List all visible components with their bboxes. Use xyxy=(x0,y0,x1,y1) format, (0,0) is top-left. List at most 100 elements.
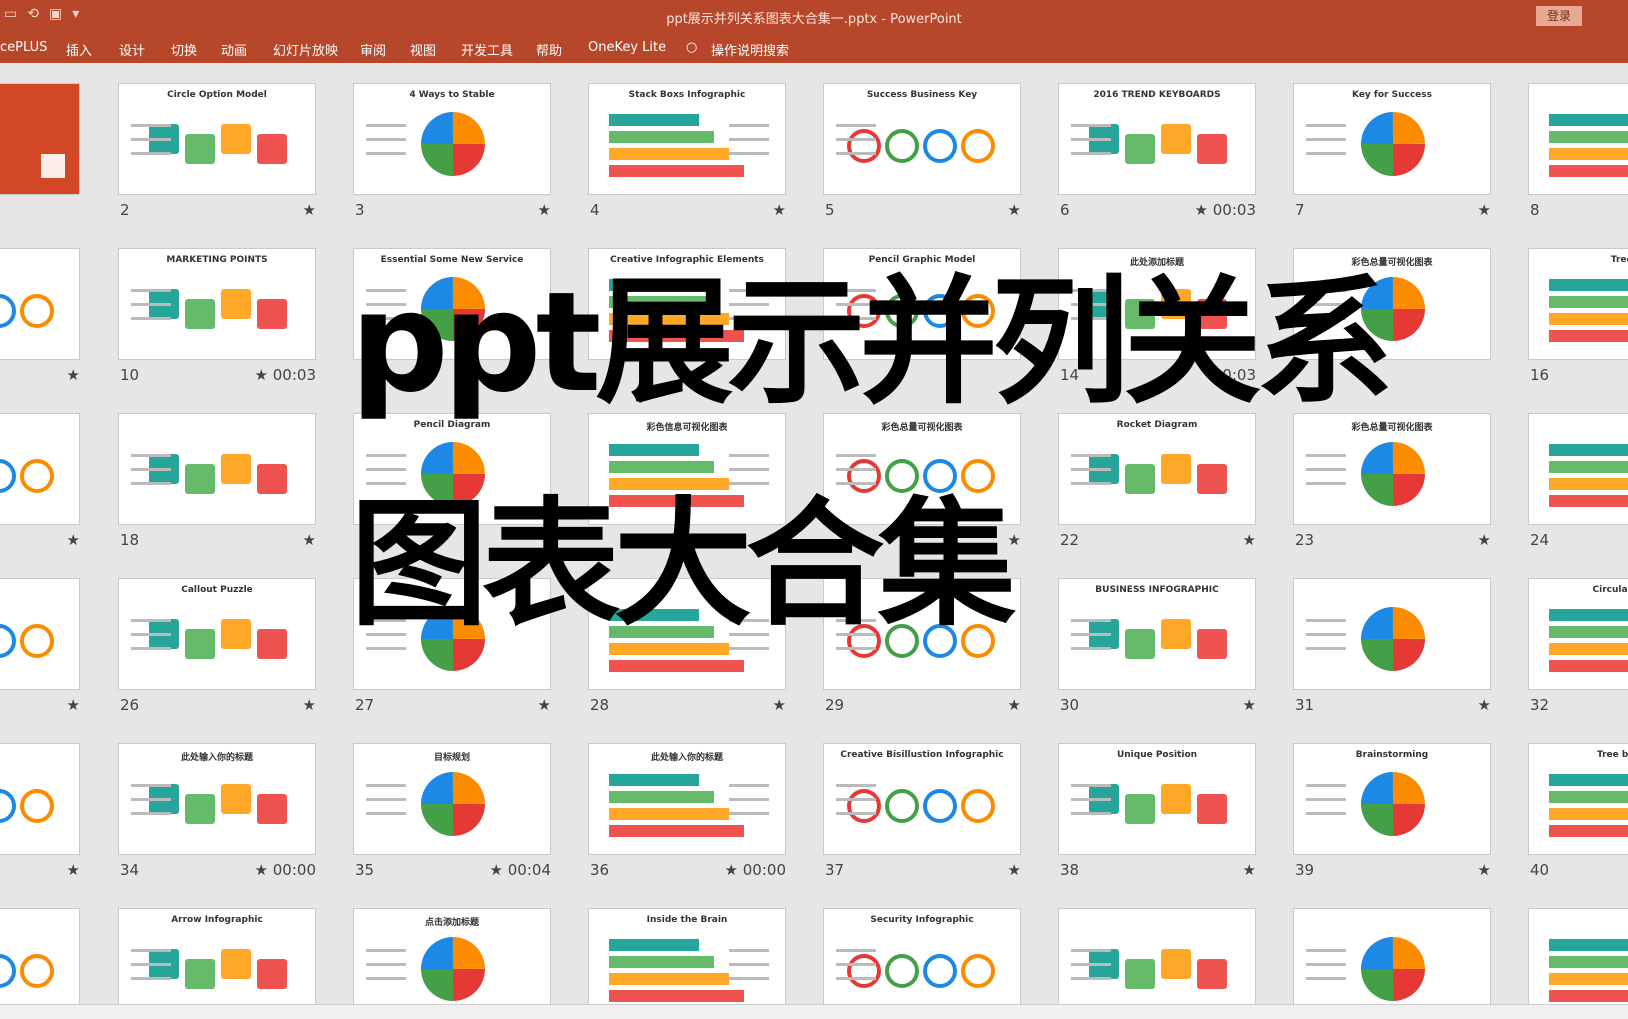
slide-transition-info: ★ 00:03 xyxy=(254,366,316,384)
tab-help[interactable]: 帮助 xyxy=(536,40,562,59)
tab-insert[interactable]: 插入 xyxy=(66,40,92,59)
slide-thumbnail[interactable] xyxy=(0,413,80,525)
slide-thumbnail[interactable]: Security Infographic xyxy=(823,908,1021,1004)
slide-title: Tree branch xyxy=(1596,750,1628,760)
slide-preview xyxy=(1306,607,1425,671)
slide-thumbnail[interactable] xyxy=(1528,413,1628,525)
tab-design[interactable]: 设计 xyxy=(119,40,145,59)
slide-number: 8 xyxy=(1530,201,1540,219)
slide-thumbnail[interactable] xyxy=(0,248,80,360)
slide-transition-info: ★ xyxy=(537,696,551,714)
slide-thumbnail[interactable]: 4 Ways to Stable xyxy=(353,83,551,195)
slide-thumbnail[interactable]: 2016 TREND KEYBOARDS xyxy=(1058,83,1256,195)
slide-thumbnail[interactable] xyxy=(0,83,80,195)
slide-transition-info: ★ xyxy=(66,861,80,879)
slide-thumbnail[interactable]: Tree D xyxy=(1528,248,1628,360)
slide-preview xyxy=(1549,279,1628,342)
slide-number: 4 xyxy=(590,201,600,219)
slide-number: 6 xyxy=(1060,201,1070,219)
slide-number: 30 xyxy=(1060,696,1080,714)
slide-thumbnail[interactable] xyxy=(1528,83,1628,195)
slide-thumbnail[interactable] xyxy=(1528,908,1628,1004)
slide-thumbnail[interactable] xyxy=(1058,908,1256,1004)
tab-ceplus[interactable]: cePLUS xyxy=(0,40,47,55)
slide-thumbnail[interactable]: MARKETING POINTS xyxy=(118,248,316,360)
tell-me-search[interactable]: 操作说明搜索 xyxy=(711,40,789,59)
tab-animations[interactable]: 动画 xyxy=(221,40,247,59)
slide-preview xyxy=(0,84,79,194)
tab-slideshow[interactable]: 幻灯片放映 xyxy=(273,40,338,59)
slide-thumbnail[interactable]: Callout Puzzle xyxy=(118,578,316,690)
slide-thumbnail[interactable]: Circular Infog xyxy=(1528,578,1628,690)
slide-preview xyxy=(131,619,287,659)
slide-transition-info: ★ 00:03 xyxy=(1194,201,1256,219)
slide-preview xyxy=(1549,609,1628,672)
slide-title: 目标规划 xyxy=(433,753,470,763)
slide-number: 35 xyxy=(355,861,375,879)
slide-thumbnail[interactable]: Rocket Diagram xyxy=(1058,413,1256,525)
slide-thumbnail[interactable] xyxy=(118,413,316,525)
slide-thumbnail[interactable]: Circle Option Model xyxy=(118,83,316,195)
slide-preview xyxy=(0,459,54,493)
slide-thumbnail[interactable]: 此处输入你的标题 xyxy=(588,743,786,855)
slide-title: Success Business Key xyxy=(866,90,978,100)
slide-preview xyxy=(836,124,995,163)
slide-transition-info: ★ xyxy=(772,696,786,714)
slide-thumbnail[interactable]: Brainstorming xyxy=(1293,743,1491,855)
slide-title: Security Infographic xyxy=(870,915,974,925)
slide-number: 5 xyxy=(825,201,835,219)
slide-thumbnail[interactable] xyxy=(0,578,80,690)
slide-preview xyxy=(1549,444,1628,507)
overlay-title-line1: ppt展示并列关系 xyxy=(350,262,1394,423)
slide-thumbnail[interactable]: Inside the Brain xyxy=(588,908,786,1004)
slide-preview xyxy=(0,954,54,988)
slide-title: 此处输入你的标题 xyxy=(180,753,253,763)
slide-number: 32 xyxy=(1530,696,1550,714)
slide-thumbnail[interactable]: Success Business Key xyxy=(823,83,1021,195)
slide-thumbnail[interactable] xyxy=(1293,908,1491,1004)
slide-thumbnail[interactable]: Tree branch xyxy=(1528,743,1628,855)
slide-transition-info: ★ xyxy=(1007,861,1021,879)
slide-preview xyxy=(1306,112,1425,176)
slide-number: 37 xyxy=(825,861,845,879)
slide-transition-info: ★ xyxy=(1477,531,1491,549)
tab-onekey[interactable]: OneKey Lite xyxy=(588,40,666,55)
slide-thumbnail[interactable] xyxy=(1293,578,1491,690)
slide-thumbnail[interactable]: Arrow Infographic xyxy=(118,908,316,1004)
slide-number: 18 xyxy=(120,531,140,549)
tab-transitions[interactable]: 切换 xyxy=(171,40,197,59)
slide-thumbnail[interactable] xyxy=(0,743,80,855)
slide-number: 23 xyxy=(1295,531,1315,549)
slide-transition-info: ★ xyxy=(1007,201,1021,219)
tab-review[interactable]: 审阅 xyxy=(360,40,386,59)
slide-transition-info: ★ 00:00 xyxy=(254,861,316,879)
slide-preview xyxy=(1071,784,1227,824)
slide-preview xyxy=(0,789,54,823)
slide-preview xyxy=(1306,772,1425,836)
slide-number: 7 xyxy=(1295,201,1305,219)
slide-transition-info: ★ xyxy=(302,201,316,219)
slide-transition-info: ★ xyxy=(1477,696,1491,714)
login-button[interactable]: 登录 xyxy=(1536,6,1582,26)
slide-thumbnail[interactable]: Stack Boxs Infographic xyxy=(588,83,786,195)
slide-thumbnail[interactable]: Creative Bisillustion Infographic xyxy=(823,743,1021,855)
slide-thumbnail[interactable]: Key for Success xyxy=(1293,83,1491,195)
slide-thumbnail[interactable]: 点击添加标题 xyxy=(353,908,551,1004)
slide-transition-info: ★ xyxy=(537,201,551,219)
slide-transition-info: ★ xyxy=(66,531,80,549)
slide-title: Circular Infog xyxy=(1592,585,1628,595)
slide-thumbnail[interactable]: 彩色总量可视化图表 xyxy=(1293,413,1491,525)
slide-preview xyxy=(1071,619,1227,659)
tab-view[interactable]: 视图 xyxy=(410,40,436,59)
overlay-title-line2: 图表大合集 xyxy=(350,484,1016,645)
slide-thumbnail[interactable]: BUSINESS INFOGRAPHIC xyxy=(1058,578,1256,690)
slide-number: 38 xyxy=(1060,861,1080,879)
slide-thumbnail[interactable]: 目标规划 xyxy=(353,743,551,855)
slide-thumbnail[interactable] xyxy=(0,908,80,1004)
tab-developer[interactable]: 开发工具 xyxy=(461,40,513,59)
lightbulb-icon: ○ xyxy=(686,40,698,55)
slide-thumbnail[interactable]: Unique Position xyxy=(1058,743,1256,855)
slide-transition-info: ★ xyxy=(1242,696,1256,714)
slide-thumbnail[interactable]: 此处输入你的标题 xyxy=(118,743,316,855)
slide-preview xyxy=(1549,939,1628,1002)
